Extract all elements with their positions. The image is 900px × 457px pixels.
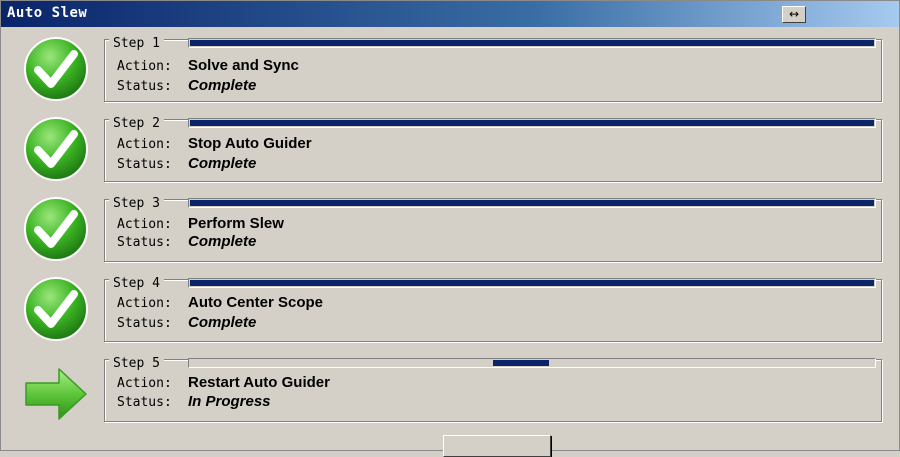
status-label: Status: <box>117 235 172 250</box>
action-label: Action: <box>117 376 172 391</box>
step-5: Step 5 Action: Restart Auto Guider Statu… <box>1 353 900 431</box>
action-value: Perform Slew <box>188 215 284 232</box>
step-1: Step 1 Action: Solve and Sync Status: Co… <box>1 33 900 111</box>
step-4: Step 4 Action: Auto Center Scope Status:… <box>1 273 900 351</box>
status-value: Complete <box>188 77 257 94</box>
step-3: Step 3 Action: Perform Slew Status: Comp… <box>1 193 900 271</box>
action-value: Auto Center Scope <box>188 294 324 311</box>
action-value: Restart Auto Guider <box>188 374 330 391</box>
status-label: Status: <box>117 316 172 331</box>
status-label: Status: <box>117 157 172 172</box>
resize-toggle-button[interactable]: ↔ <box>782 6 806 23</box>
action-value: Solve and Sync <box>188 57 299 74</box>
step-progress-bar <box>188 38 876 48</box>
action-label: Action: <box>117 217 172 232</box>
auto-slew-window: Auto Slew ↔ Step 1 Action: Solve and Syn… <box>0 0 900 457</box>
arrow-right-icon <box>25 368 87 420</box>
step-progress-bar <box>188 358 876 368</box>
progress-fill <box>190 40 874 46</box>
status-value: Complete <box>188 314 257 331</box>
step-legend: Step 3 <box>109 197 164 211</box>
action-value: Stop Auto Guider <box>188 135 312 152</box>
status-value: Complete <box>188 233 257 250</box>
step-legend: Step 5 <box>109 357 164 371</box>
action-label: Action: <box>117 296 172 311</box>
step-progress-bar <box>188 118 876 128</box>
title-bar[interactable]: Auto Slew ↔ <box>1 1 899 27</box>
checkmark-icon <box>24 197 88 261</box>
step-progress-bar <box>188 278 876 288</box>
action-label: Action: <box>117 137 172 152</box>
progress-fill <box>190 120 874 126</box>
step-legend: Step 4 <box>109 277 164 291</box>
step-legend: Step 2 <box>109 117 164 131</box>
step-2: Step 2 Action: Stop Auto Guider Status: … <box>1 113 900 191</box>
progress-marquee <box>493 360 549 366</box>
progress-fill <box>190 280 874 286</box>
action-label: Action: <box>117 59 172 74</box>
status-label: Status: <box>117 79 172 94</box>
status-value: Complete <box>188 155 257 172</box>
checkmark-icon <box>24 37 88 101</box>
progress-fill <box>190 200 874 206</box>
status-value: In Progress <box>188 393 271 410</box>
step-progress-bar <box>188 198 876 208</box>
window-title: Auto Slew <box>7 5 88 21</box>
checkmark-icon <box>24 277 88 341</box>
bottom-button[interactable] <box>443 435 551 457</box>
step-legend: Step 1 <box>109 37 164 51</box>
status-label: Status: <box>117 395 172 410</box>
checkmark-icon <box>24 117 88 181</box>
